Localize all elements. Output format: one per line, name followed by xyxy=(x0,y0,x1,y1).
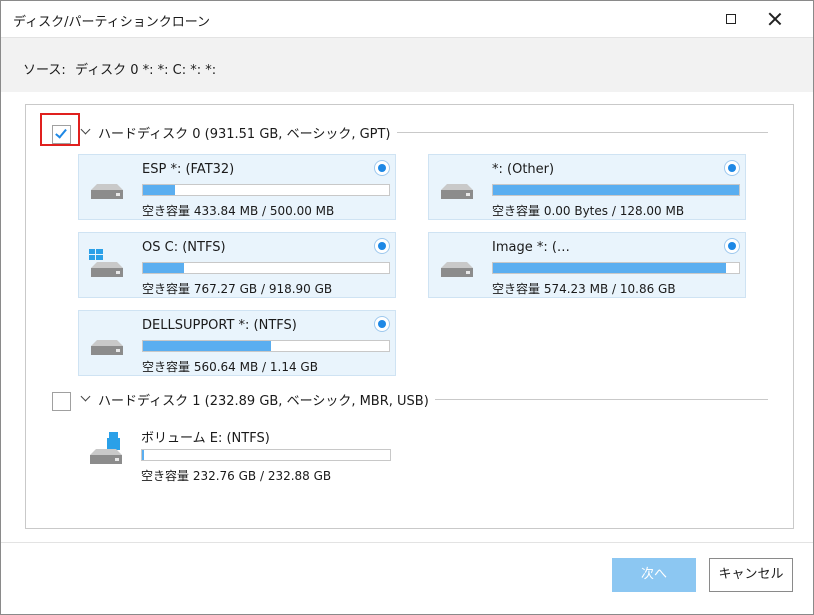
disk-clone-dialog: ディスク/パーティションクローン ソース: ディスク 0 *: *: C: *:… xyxy=(0,0,814,615)
usage-bar xyxy=(141,449,391,461)
partition-card-other[interactable]: *: (Other) 空き容量 0.00 Bytes / 128.00 MB xyxy=(428,154,746,220)
hard-drive-icon xyxy=(91,184,123,199)
usage-fill xyxy=(493,185,739,195)
disk-0-checkbox[interactable] xyxy=(52,125,71,144)
disk-header-1: ハードディスク 1 (232.89 GB, ベーシック, MBR, USB) xyxy=(26,390,793,414)
free-space-text: 空き容量 767.27 GB / 918.90 GB xyxy=(142,282,333,296)
maximize-button[interactable] xyxy=(711,7,751,31)
window-title: ディスク/パーティションクローン xyxy=(13,15,211,30)
partition-radio-selected[interactable] xyxy=(724,238,740,254)
dialog-footer: 次へ キャンセル xyxy=(1,542,813,615)
cancel-button[interactable]: キャンセル xyxy=(709,558,793,592)
free-space-text: 空き容量 433.84 MB / 500.00 MB xyxy=(142,204,335,218)
divider xyxy=(406,399,768,400)
partition-name: *: (Other) xyxy=(492,162,555,177)
partition-name: DELLSUPPORT *: (NTFS) xyxy=(142,318,297,333)
usage-fill xyxy=(142,450,145,460)
disk-header-0: ハードディスク 0 (931.51 GB, ベーシック, GPT) xyxy=(26,113,793,147)
disk-1-label: ハードディスク 1 (232.89 GB, ベーシック, MBR, USB) xyxy=(98,390,435,409)
partition-card-os-c[interactable]: OS C: (NTFS) 空き容量 767.27 GB / 918.90 GB xyxy=(78,232,396,298)
source-bar: ソース: ディスク 0 *: *: C: *: *: xyxy=(1,37,813,92)
partition-radio-selected[interactable] xyxy=(724,160,740,176)
partition-name: Image *: (… xyxy=(492,240,570,255)
disk-1-checkbox[interactable] xyxy=(52,392,71,411)
partition-radio-selected[interactable] xyxy=(374,238,390,254)
close-icon xyxy=(767,11,783,27)
partition-radio-selected[interactable] xyxy=(374,316,390,332)
partition-card-image[interactable]: Image *: (… 空き容量 574.23 MB / 10.86 GB xyxy=(428,232,746,298)
chevron-down-icon[interactable] xyxy=(80,393,92,405)
usage-fill xyxy=(143,263,184,273)
partition-radio-selected[interactable] xyxy=(374,160,390,176)
free-space-text: 空き容量 574.23 MB / 10.86 GB xyxy=(492,282,676,296)
partition-card-dellsupport[interactable]: DELLSUPPORT *: (NTFS) 空き容量 560.64 MB / 1… xyxy=(78,310,396,376)
usage-bar xyxy=(142,340,390,352)
partition-card-esp[interactable]: ESP *: (FAT32) 空き容量 433.84 MB / 500.00 M… xyxy=(78,154,396,220)
free-space-text: 空き容量 0.00 Bytes / 128.00 MB xyxy=(492,204,685,218)
chevron-down-icon[interactable] xyxy=(80,126,92,138)
partition-card-volume-e[interactable]: ボリューム E: (NTFS) 空き容量 232.76 GB / 232.88 … xyxy=(78,420,396,486)
close-button[interactable] xyxy=(756,7,796,31)
usage-fill xyxy=(493,263,727,273)
free-space-text: 空き容量 560.64 MB / 1.14 GB xyxy=(142,360,318,374)
partition-name: ボリューム E: (NTFS) xyxy=(141,431,270,446)
free-space-text: 空き容量 232.76 GB / 232.88 GB xyxy=(141,469,332,483)
usage-bar xyxy=(142,184,390,196)
hard-drive-icon xyxy=(441,184,473,199)
next-button[interactable]: 次へ xyxy=(612,558,696,592)
windows-drive-icon xyxy=(89,249,123,277)
partition-name: OS C: (NTFS) xyxy=(142,240,226,255)
usb-drive-icon xyxy=(90,432,122,464)
source-value: ディスク 0 *: *: C: *: *: xyxy=(75,63,217,78)
hard-drive-icon xyxy=(91,340,123,355)
usage-bar xyxy=(492,262,740,274)
usage-bar xyxy=(492,184,740,196)
source-label: ソース: xyxy=(23,63,66,78)
usage-bar xyxy=(142,262,390,274)
disk-0-label: ハードディスク 0 (931.51 GB, ベーシック, GPT) xyxy=(98,123,397,142)
divider xyxy=(366,132,768,133)
usage-fill xyxy=(143,185,175,195)
hard-drive-icon xyxy=(441,262,473,277)
usage-fill xyxy=(143,341,271,351)
disk-list-panel: ハードディスク 0 (931.51 GB, ベーシック, GPT) ESP *:… xyxy=(25,104,794,529)
partition-name: ESP *: (FAT32) xyxy=(142,162,235,177)
title-bar: ディスク/パーティションクローン xyxy=(1,1,813,37)
maximize-icon xyxy=(726,14,736,24)
